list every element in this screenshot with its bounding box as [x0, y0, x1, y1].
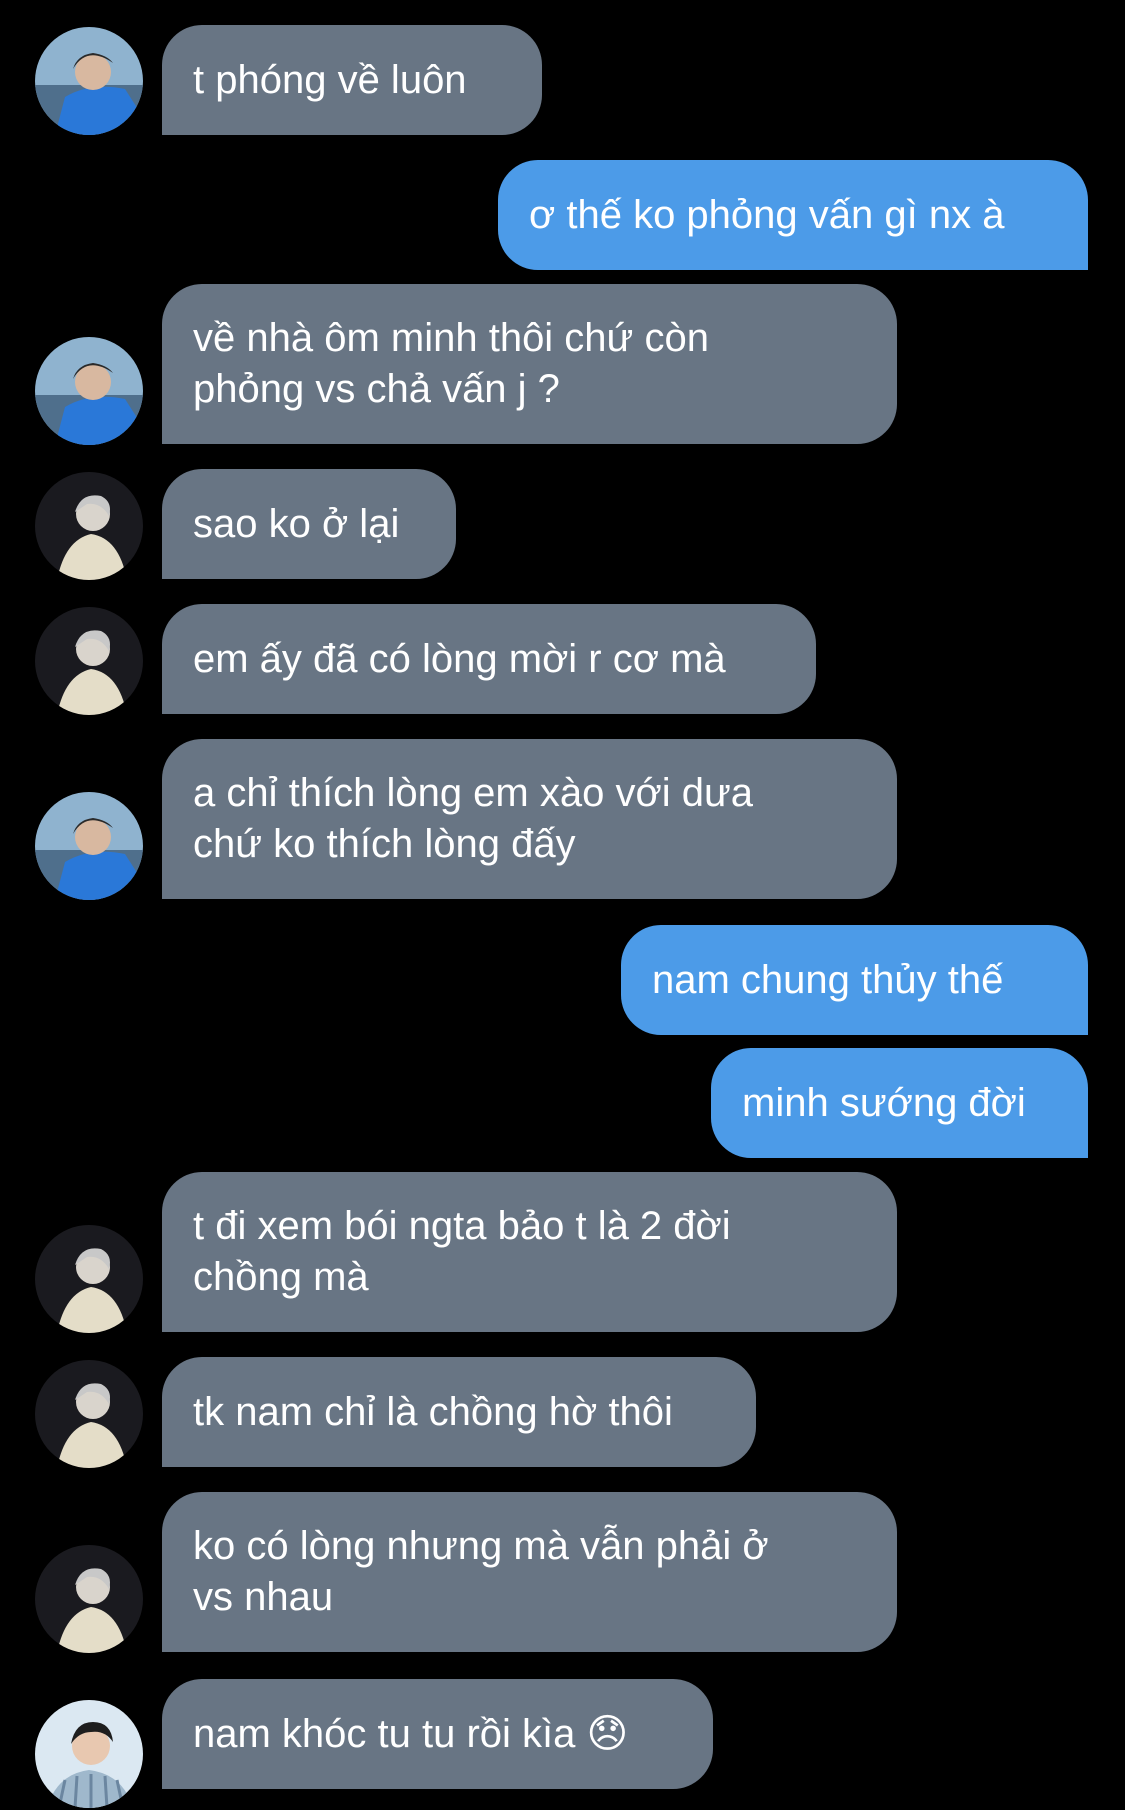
message-bubble[interactable]: minh sướng đời — [711, 1048, 1088, 1158]
white-hair-coat-avatar[interactable] — [35, 472, 143, 580]
message-bubble[interactable]: về nhà ôm minh thôi chứ còn phỏng vs chả… — [162, 284, 897, 444]
white-hair-coat-avatar[interactable] — [35, 1360, 143, 1468]
message-bubble[interactable]: ơ thế ko phỏng vấn gì nx à — [498, 160, 1088, 270]
message-bubble[interactable]: nam khóc tu tu rồi kìa 😞 — [162, 1679, 713, 1789]
white-hair-coat-avatar[interactable] — [35, 607, 143, 715]
blue-shirt-boy-avatar[interactable] — [35, 27, 143, 135]
message-bubble[interactable]: nam chung thủy thế — [621, 925, 1088, 1035]
blue-shirt-boy-avatar[interactable] — [35, 337, 143, 445]
blue-shirt-boy-avatar[interactable] — [35, 792, 143, 900]
message-bubble[interactable]: tk nam chỉ là chồng hờ thôi — [162, 1357, 756, 1467]
message-bubble[interactable]: ko có lòng nhưng mà vẫn phải ở vs nhau — [162, 1492, 897, 1652]
white-hair-coat-avatar[interactable] — [35, 1545, 143, 1653]
message-bubble[interactable]: em ấy đã có lòng mời r cơ mà — [162, 604, 816, 714]
message-bubble[interactable]: t đi xem bói ngta bảo t là 2 đời chồng m… — [162, 1172, 897, 1332]
message-bubble[interactable]: a chỉ thích lòng em xào với dưa chứ ko t… — [162, 739, 897, 899]
message-bubble[interactable]: t phóng về luôn — [162, 25, 542, 135]
message-bubble[interactable]: sao ko ở lại — [162, 469, 456, 579]
chat-thread[interactable]: t phóng về luôn ơ thế ko phỏng vấn gì nx… — [0, 0, 1125, 1810]
white-hair-coat-avatar[interactable] — [35, 1225, 143, 1333]
plaid-shirt-man-avatar[interactable] — [35, 1700, 143, 1808]
